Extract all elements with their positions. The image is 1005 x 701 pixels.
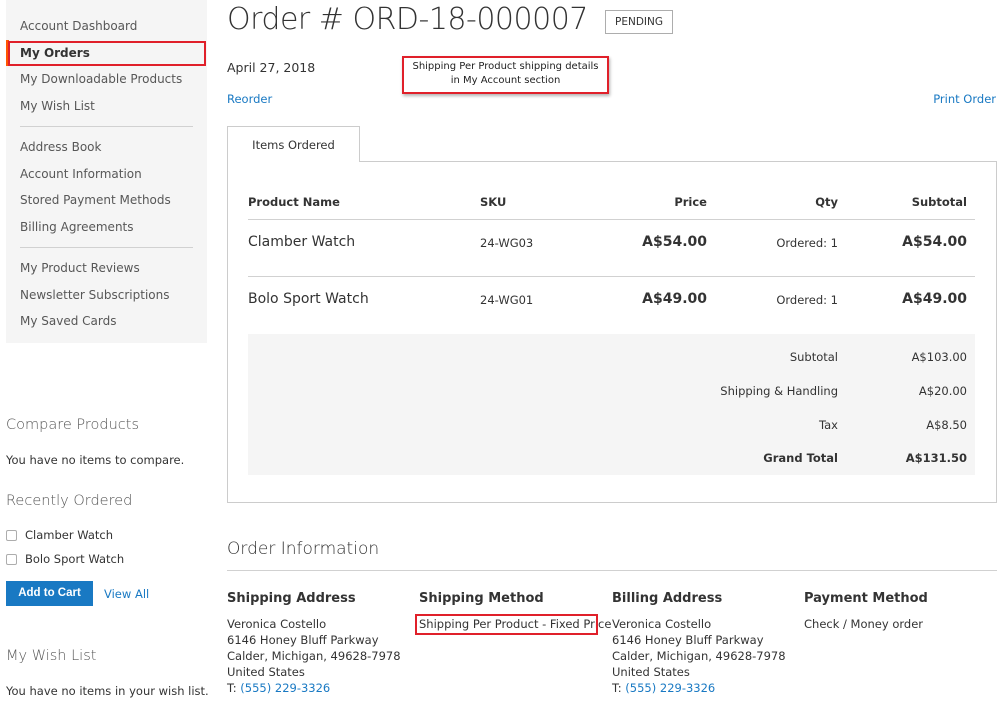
shipping-method-highlight (415, 614, 598, 635)
item-name: Clamber Watch (248, 234, 356, 250)
nav-billing-agreements[interactable]: Billing Agreements (6, 214, 207, 241)
recently-ordered-title: Recently Ordered (6, 493, 133, 509)
item-qty: Ordered: 1 (776, 293, 838, 307)
item-qty: Ordered: 1 (776, 236, 838, 250)
col-header-qty: Qty (815, 195, 838, 209)
shipping-method-title: Shipping Method (419, 591, 544, 606)
item-name: Bolo Sport Watch (248, 291, 369, 307)
reorder-link[interactable]: Reorder (227, 92, 272, 106)
phone-prefix: T: (227, 681, 241, 695)
status-badge: PENDING (605, 10, 673, 34)
billing-address-street: 6146 Honey Bluff Parkway (612, 633, 764, 647)
view-all-link[interactable]: View All (104, 587, 149, 601)
item-sku: 24-WG03 (480, 236, 534, 250)
annotation-callout: Shipping Per Product shipping details in… (402, 56, 609, 94)
nav-my-downloadable-products[interactable]: My Downloadable Products (6, 66, 207, 93)
recent-item-label: Bolo Sport Watch (25, 552, 125, 566)
col-header-subtotal: Subtotal (911, 195, 967, 209)
callout-line: in My Account section (450, 75, 561, 86)
nav-my-wish-list[interactable]: My Wish List (6, 93, 207, 120)
totals-subtotal-value: A$103.00 (911, 350, 967, 364)
billing-address-phone: T: (555) 229-3326 (612, 680, 715, 696)
billing-address-country: United States (612, 665, 690, 679)
item-sku: 24-WG01 (480, 293, 534, 307)
compare-title: Compare Products (6, 417, 139, 433)
compare-empty-text: You have no items to compare. (6, 453, 185, 467)
nav-stored-payment-methods[interactable]: Stored Payment Methods (6, 187, 207, 214)
recent-item-checkbox[interactable] (6, 553, 17, 565)
payment-method-title: Payment Method (804, 591, 928, 606)
col-header-sku: SKU (480, 195, 507, 209)
totals-grand-value: A$131.50 (905, 451, 967, 465)
col-header-product-name: Product Name (248, 195, 340, 209)
shipping-address-country: United States (227, 665, 305, 679)
item-subtotal: A$49.00 (902, 291, 967, 307)
order-date: April 27, 2018 (227, 60, 316, 75)
nav-my-product-reviews[interactable]: My Product Reviews (6, 255, 207, 282)
nav-newsletter-subscriptions[interactable]: Newsletter Subscriptions (6, 282, 207, 309)
totals-grand-label: Grand Total (763, 451, 838, 465)
nav-address-book[interactable]: Address Book (6, 134, 207, 161)
shipping-address-street: 6146 Honey Bluff Parkway (227, 633, 379, 647)
shipping-address-city: Calder, Michigan, 49628-7978 (227, 649, 401, 663)
recent-item[interactable]: Bolo Sport Watch (6, 552, 124, 566)
billing-address-title: Billing Address (612, 591, 723, 606)
nav-my-saved-cards[interactable]: My Saved Cards (6, 308, 207, 335)
section-divider (227, 570, 997, 571)
recent-item-label: Clamber Watch (25, 528, 114, 542)
nav-account-dashboard[interactable]: Account Dashboard (6, 13, 207, 40)
item-subtotal: A$54.00 (902, 234, 967, 250)
nav-account-information[interactable]: Account Information (6, 161, 207, 188)
shipping-phone-link[interactable]: (555) 229-3326 (240, 681, 330, 695)
col-header-price: Price (674, 195, 707, 209)
nav-divider (20, 247, 193, 248)
payment-method-value: Check / Money order (804, 617, 924, 631)
tab-items-ordered[interactable]: Items Ordered (227, 126, 360, 162)
item-price: A$54.00 (642, 234, 707, 250)
billing-phone-link[interactable]: (555) 229-3326 (625, 681, 715, 695)
nav-divider (20, 126, 193, 127)
item-price: A$49.00 (642, 291, 707, 307)
totals-tax-label: Tax (819, 418, 838, 432)
totals-subtotal-label: Subtotal (789, 350, 838, 364)
phone-prefix: T: (612, 681, 626, 695)
recent-item[interactable]: Clamber Watch (6, 528, 113, 542)
add-to-cart-button[interactable]: Add to Cart (6, 581, 93, 606)
my-orders-highlight (8, 41, 206, 66)
billing-address-city: Calder, Michigan, 49628-7978 (612, 649, 786, 663)
shipping-address-name: Veronica Costello (227, 617, 327, 631)
print-order-link[interactable]: Print Order (933, 92, 996, 106)
wishlist-title: My Wish List (6, 648, 97, 664)
billing-address-name: Veronica Costello (612, 617, 712, 631)
row-divider (248, 276, 975, 277)
page-title: Order # ORD-18-000007 (227, 2, 588, 37)
totals-shipping-label: Shipping & Handling (720, 384, 838, 398)
order-information-title: Order Information (227, 539, 380, 559)
recent-item-checkbox[interactable] (6, 529, 17, 541)
shipping-address-title: Shipping Address (227, 591, 356, 606)
callout-line: Shipping Per Product shipping details (412, 61, 599, 72)
shipping-address-phone: T: (555) 229-3326 (227, 680, 330, 696)
totals-shipping-value: A$20.00 (918, 384, 967, 398)
row-divider (248, 219, 975, 220)
totals-tax-value: A$8.50 (926, 418, 967, 432)
order-totals (248, 334, 975, 475)
wishlist-empty-text: You have no items in your wish list. (6, 684, 209, 698)
